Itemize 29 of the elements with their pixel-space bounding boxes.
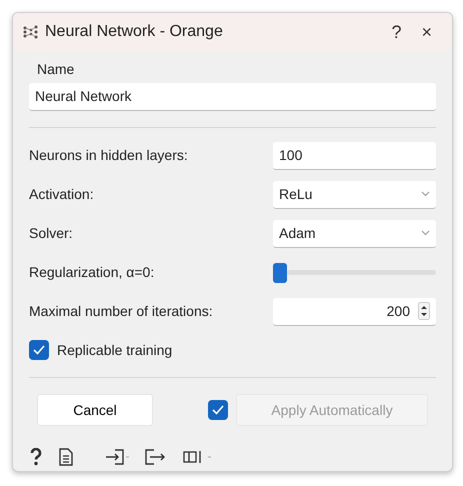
cancel-button[interactable]: Cancel (37, 394, 153, 426)
window-title: Neural Network - Orange (45, 22, 224, 42)
help-icon[interactable] (29, 448, 43, 466)
checkmark-icon (33, 345, 45, 355)
dropdown[interactable]: ReLu (273, 180, 436, 208)
split-panel-icon[interactable] (183, 448, 213, 466)
chevron-down-icon (421, 191, 430, 197)
slider-thumb[interactable] (273, 262, 287, 282)
help-button[interactable]: ? (381, 18, 412, 46)
field-label: Solver: (29, 224, 74, 243)
input-icon[interactable] (105, 448, 129, 466)
name-label: Name (37, 61, 74, 77)
close-button[interactable]: × (411, 18, 442, 46)
spin-box[interactable]: 200 (273, 298, 436, 326)
text-field[interactable]: 100 (273, 142, 436, 170)
field-label: Neurons in hidden layers: (29, 146, 189, 165)
field-label: Maximal number of iterations: (29, 302, 214, 321)
network-icon (23, 25, 39, 39)
field-label: Regularization, α=0: (29, 263, 156, 282)
spin-arrows-icon[interactable] (418, 302, 430, 320)
name-field[interactable]: Neural Network (29, 83, 436, 111)
field-label: Activation: (29, 185, 95, 204)
checkbox[interactable] (29, 340, 49, 360)
dropdown[interactable]: Adam (273, 220, 436, 248)
checkbox-label: Replicable training (57, 340, 172, 360)
output-icon[interactable] (145, 448, 167, 466)
document-icon[interactable] (59, 448, 73, 466)
chevron-down-icon (421, 230, 430, 236)
checkmark-icon (212, 405, 224, 415)
